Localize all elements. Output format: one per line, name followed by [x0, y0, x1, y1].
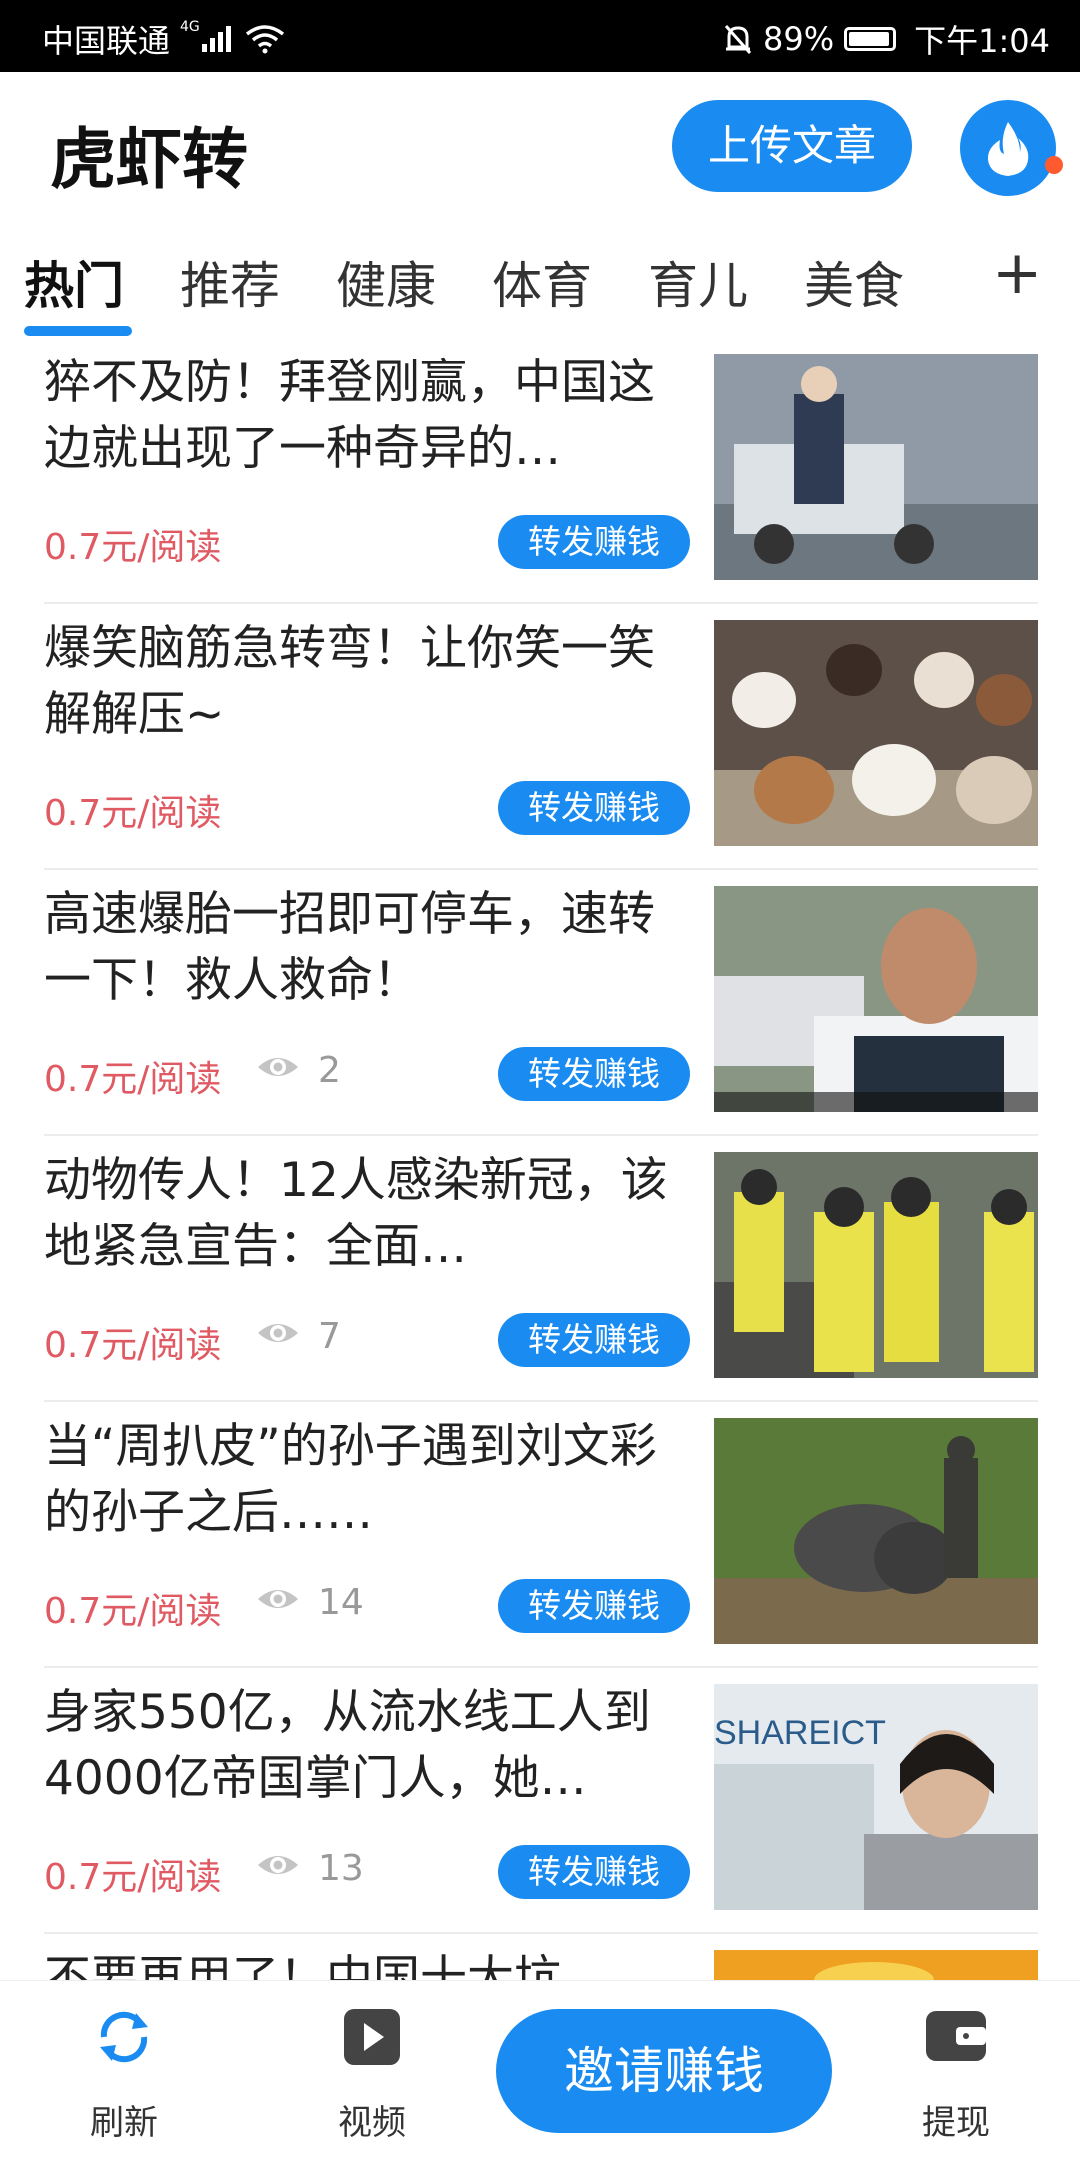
view-count: 13: [318, 1848, 364, 1889]
divider: [44, 1666, 1038, 1668]
price-per-read: 0.7元/阅读: [44, 793, 222, 834]
divider: [44, 602, 1038, 604]
share-earn-button[interactable]: 转发赚钱: [498, 1313, 690, 1367]
upload-article-button[interactable]: 上传文章: [672, 100, 912, 192]
article-title[interactable]: 猝不及防！拜登刚赢，中国这边就出现了一种奇异的…: [44, 350, 694, 482]
article-card[interactable]: 当“周扒皮”的孙子遇到刘文彩的孙子之后…… 0.7元/阅读 14 转发赚钱: [0, 1414, 1080, 1680]
play-icon: [344, 2009, 400, 2065]
price-per-read: 0.7元/阅读: [44, 1591, 222, 1632]
thumbnail-logo-text: SHAREICT: [714, 1714, 886, 1752]
nav-withdraw-label: 提现: [922, 2103, 990, 2143]
flame-icon: [987, 122, 1029, 176]
tab-health[interactable]: 健康: [336, 246, 436, 318]
article-card[interactable]: 爆笑脑筋急转弯！让你笑一笑解解压~ 0.7元/阅读 转发赚钱: [0, 616, 1080, 882]
article-card[interactable]: 猝不及防！拜登刚赢，中国这边就出现了一种奇异的… 0.7元/阅读 转发赚钱: [0, 350, 1080, 616]
eye-icon: [258, 1590, 298, 1608]
article-title[interactable]: 高速爆胎一招即可停车，速转一下！救人救命！: [44, 882, 694, 1014]
carrier-name: 中国联通: [42, 22, 171, 60]
article-title[interactable]: 当“周扒皮”的孙子遇到刘文彩的孙子之后……: [44, 1414, 694, 1546]
clock: 下午1:04: [914, 22, 1050, 60]
share-earn-button[interactable]: 转发赚钱: [498, 1047, 690, 1101]
app-title: 虎虾转: [50, 121, 248, 198]
notification-dot: [1045, 156, 1063, 174]
tab-sports[interactable]: 体育: [492, 246, 592, 318]
price-per-read: 0.7元/阅读: [44, 1857, 222, 1898]
active-tab-indicator: [24, 326, 132, 336]
status-bar: 中国联通 4G 89% 下午1:04: [0, 0, 1080, 72]
nav-video[interactable]: 视频: [292, 1981, 452, 2143]
wallet-icon: [926, 2011, 986, 2061]
network-type: 4G: [180, 19, 200, 35]
article-thumbnail[interactable]: [714, 1152, 1038, 1378]
app-header: 虎虾转 上传文章: [0, 72, 1080, 222]
hot-button[interactable]: [960, 100, 1056, 196]
wifi-icon: [245, 25, 284, 54]
bottom-navigation: 刷新 视频 邀请赚钱 提现: [0, 1980, 1080, 2161]
divider: [44, 868, 1038, 870]
share-earn-button[interactable]: 转发赚钱: [498, 1579, 690, 1633]
invite-earn-button[interactable]: 邀请赚钱: [496, 2009, 832, 2133]
divider: [44, 1932, 1038, 1934]
article-title[interactable]: 动物传人！12人感染新冠，该地紧急宣告：全面…: [44, 1148, 694, 1280]
view-count: 14: [318, 1582, 364, 1623]
price-per-read: 0.7元/阅读: [44, 1325, 222, 1366]
article-feed: 猝不及防！拜登刚赢，中国这边就出现了一种奇异的… 0.7元/阅读 转发赚钱 爆笑…: [0, 350, 1080, 1990]
tab-hot[interactable]: 热门: [24, 246, 124, 318]
tab-food[interactable]: 美食: [804, 246, 904, 318]
nav-withdraw[interactable]: 提现: [876, 1981, 1036, 2143]
eye-icon: [258, 1856, 298, 1874]
article-thumbnail[interactable]: [714, 1418, 1038, 1644]
nav-video-label: 视频: [338, 2103, 406, 2143]
article-title[interactable]: 爆笑脑筋急转弯！让你笑一笑解解压~: [44, 616, 694, 748]
eye-icon: [258, 1058, 298, 1076]
nav-refresh[interactable]: 刷新: [44, 1981, 204, 2143]
share-earn-button[interactable]: 转发赚钱: [498, 1845, 690, 1899]
battery-percent: 89%: [763, 20, 835, 58]
eye-icon: [258, 1324, 298, 1342]
article-card[interactable]: 动物传人！12人感染新冠，该地紧急宣告：全面… 0.7元/阅读 7 转发赚钱: [0, 1148, 1080, 1414]
battery-icon: [844, 27, 897, 51]
view-count: 7: [318, 1316, 341, 1357]
share-earn-button[interactable]: 转发赚钱: [498, 515, 690, 569]
tab-parenting[interactable]: 育儿: [648, 246, 748, 318]
article-thumbnail[interactable]: [714, 886, 1038, 1112]
price-per-read: 0.7元/阅读: [44, 527, 222, 568]
add-tab-button[interactable]: +: [992, 238, 1042, 308]
article-title[interactable]: 身家550亿，从流水线工人到4000亿帝国掌门人，她…: [44, 1680, 694, 1812]
article-thumbnail[interactable]: [714, 620, 1038, 846]
mute-bell-icon: [724, 25, 752, 54]
article-card[interactable]: 高速爆胎一招即可停车，速转一下！救人救命！ 0.7元/阅读 2 转发赚钱: [0, 882, 1080, 1148]
nav-refresh-label: 刷新: [90, 2103, 158, 2143]
tab-recommend[interactable]: 推荐: [180, 246, 280, 318]
view-count: 2: [318, 1050, 341, 1091]
category-tabs: 热门 推荐 健康 体育 育儿 美食 +: [0, 222, 1080, 342]
divider: [44, 1400, 1038, 1402]
refresh-icon: [100, 2011, 148, 2063]
article-thumbnail[interactable]: [714, 354, 1038, 580]
article-card[interactable]: 身家550亿，从流水线工人到4000亿帝国掌门人，她… 0.7元/阅读 13 转…: [0, 1680, 1080, 1946]
share-earn-button[interactable]: 转发赚钱: [498, 781, 690, 835]
signal-icon: [201, 26, 231, 52]
divider: [44, 1134, 1038, 1136]
price-per-read: 0.7元/阅读: [44, 1059, 222, 1100]
article-thumbnail[interactable]: SHAREICT: [714, 1684, 1038, 1910]
